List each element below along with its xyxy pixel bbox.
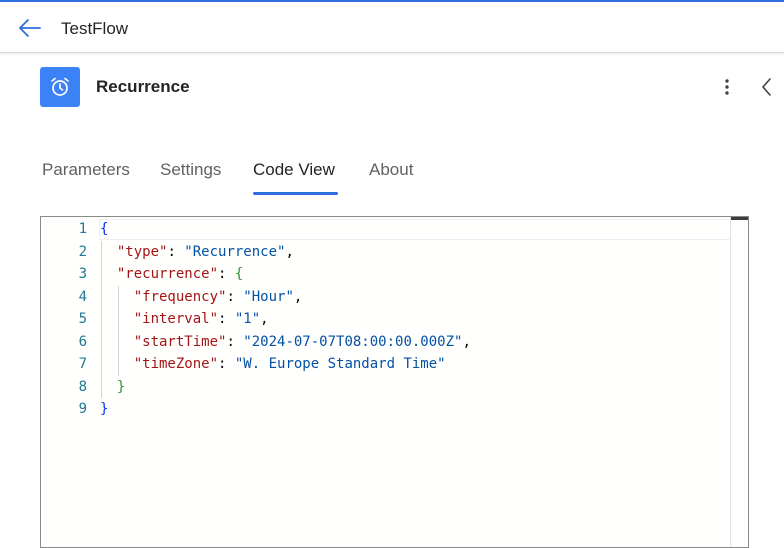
code-token: "Recurrence" [184,243,286,260]
line-number: 1 [78,221,87,237]
code-text: "startTime": "2024-07-07T08:00:00.000Z", [100,331,471,354]
code-text: "interval": "1", [100,308,269,331]
code-token: { [100,221,109,237]
code-token: "Hour" [243,288,294,305]
code-token: "type" [116,243,168,260]
code-token: , [260,311,269,327]
code-token: "2024-07-07T08:00:00.000Z" [243,333,463,350]
code-line: 6 "startTime": "2024-07-07T08:00:00.000Z… [41,330,731,354]
app-header: TestFlow [0,2,784,53]
more-options-button[interactable] [716,76,738,98]
code-editor[interactable]: 1{2 "type": "Recurrence", 3 "recurrence":… [40,216,749,548]
tab-code-view[interactable]: Code View [253,160,335,180]
line-number: 9 [78,401,87,417]
alarm-clock-icon [51,77,69,96]
code-token: "W. Europe Standard Time" [234,356,446,372]
code-token: "1" [234,311,261,327]
tab-parameters[interactable]: Parameters [42,160,130,180]
code-text: { [100,218,108,241]
line-number: 2 [78,243,87,260]
code-token: "startTime" [133,333,227,350]
code-text: "timeZone": "W. Europe Standard Time" [100,353,446,376]
tab-bar: Parameters Settings Code View About [0,150,784,200]
code-text: } [100,398,108,421]
editor-scrollbar-thumb[interactable] [731,217,748,220]
collapse-panel-button[interactable] [756,76,778,98]
code-line: 5 "interval": "1", [41,308,731,331]
code-text: "frequency": "Hour", [100,286,303,309]
line-number: 4 [78,288,87,305]
flow-title: TestFlow [61,19,129,38]
code-text: "type": "Recurrence", [100,241,294,264]
code-token: : [167,243,185,260]
tab-about[interactable]: About [369,160,413,180]
chevron-left-icon [762,78,771,96]
code-token: : [218,356,235,372]
code-line: 8 } [41,375,731,399]
line-number: 7 [78,356,87,372]
code-token: : [226,288,244,305]
code-line: 3 "recurrence": { [41,263,731,286]
code-token: : [226,333,244,350]
line-number: 8 [78,378,87,395]
code-token: } [116,378,126,395]
line-number: 5 [78,311,87,327]
code-line: 4 "frequency": "Hour", [41,285,731,309]
code-token: , [285,243,294,260]
tab-settings[interactable]: Settings [160,160,221,180]
line-number: 3 [78,266,87,282]
code-line: 2 "type": "Recurrence", [41,240,731,264]
action-title: Recurrence [96,77,190,96]
code-text: } [100,376,125,399]
code-token: : [218,266,235,282]
code-token: "interval" [133,311,219,327]
code-token: "recurrence" [116,266,219,282]
code-line: 9} [41,398,731,421]
arrow-left-icon [19,19,41,37]
code-line: 1{ [41,218,731,241]
line-number: 6 [78,333,87,350]
more-vertical-icon [725,79,729,95]
recurrence-action-icon [40,67,80,107]
code-token: , [462,333,471,350]
code-token: , [293,288,303,305]
code-token: } [100,401,109,417]
active-tab-indicator [253,192,338,195]
code-token: "timeZone" [133,356,219,372]
code-token: : [218,311,235,327]
code-token: "frequency" [133,288,227,305]
code-token: { [234,266,244,282]
back-button[interactable] [14,14,46,42]
code-line: 7 "timeZone": "W. Europe Standard Time" [41,353,731,376]
code-text: "recurrence": { [100,263,243,286]
